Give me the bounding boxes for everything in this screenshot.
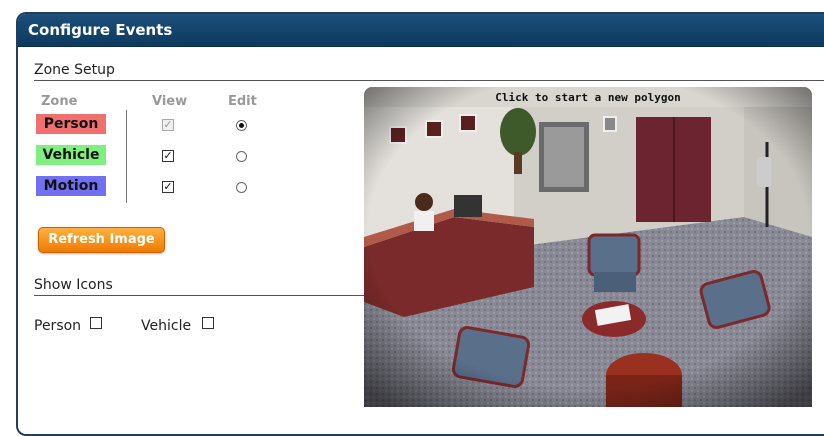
zone-tag-vehicle[interactable]: Vehicle [36,145,106,165]
zone-setup-divider [34,80,824,81]
edit-radio-person[interactable] [236,120,247,131]
show-icons-person-label: Person [34,318,82,334]
view-column-header: View [152,94,188,109]
show-icons-person-checkbox[interactable] [90,317,102,329]
zone-tag-motion[interactable]: Motion [36,176,106,196]
show-icons-divider [34,295,364,296]
edit-radio-motion[interactable] [236,182,247,193]
edit-column-header: Edit [228,94,257,109]
view-checkbox-motion[interactable]: ✓ [162,181,174,193]
zone-column-separator [126,110,127,203]
show-icons-vehicle-checkbox[interactable] [202,317,214,329]
zone-setup-label: Zone Setup [34,62,115,78]
camera-image-view[interactable]: Click to start a new polygon [364,87,812,407]
view-checkbox-vehicle[interactable]: ✓ [162,150,174,162]
zone-tag-person[interactable]: Person [36,114,106,134]
configure-events-panel: Configure Events Zone Setup Zone View Ed… [16,12,824,436]
show-icons-vehicle-label: Vehicle [141,318,192,334]
window-title: Configure Events [18,14,824,47]
polygon-instruction-text: Click to start a new polygon [495,91,681,104]
refresh-image-button[interactable]: Refresh Image [38,227,165,253]
zone-column-header: Zone [41,94,78,109]
view-checkbox-person: ✓ [162,118,174,131]
camera-scene-image[interactable] [364,87,812,407]
edit-radio-vehicle[interactable] [236,151,247,162]
show-icons-label: Show Icons [34,277,113,293]
